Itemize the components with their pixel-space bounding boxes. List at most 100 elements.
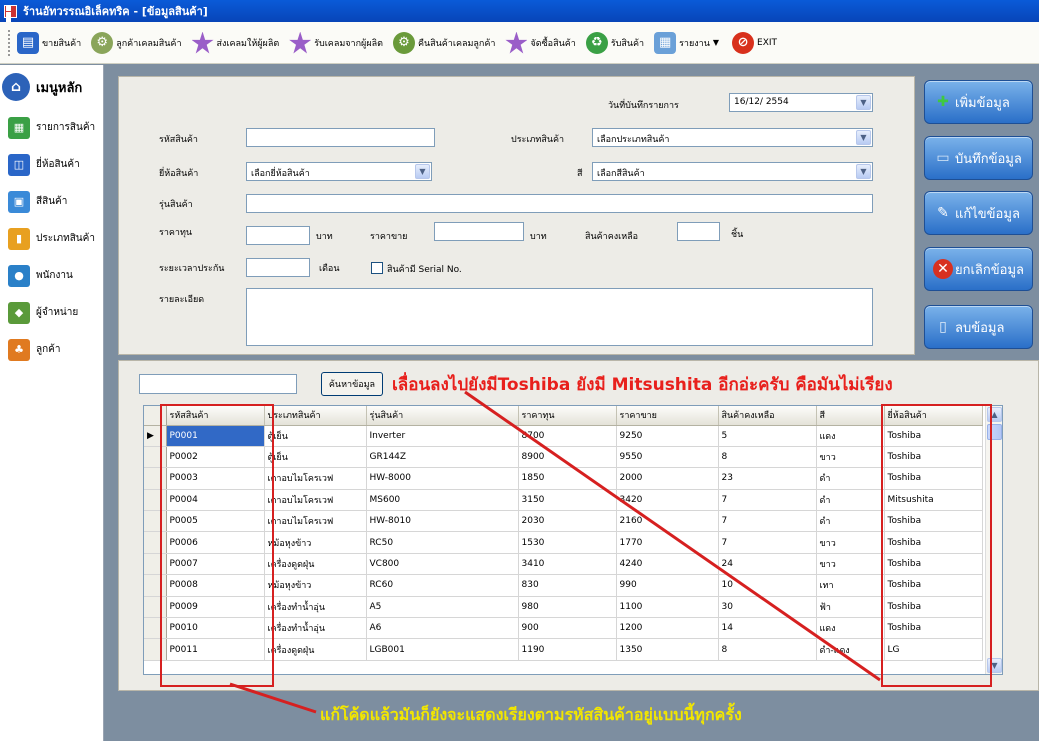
sidebar-home[interactable]: ⌂ เมนูหลัก — [0, 65, 103, 109]
table-cell[interactable]: เทา — [816, 574, 885, 597]
toolbar-customer-claim-button[interactable]: ⚙ ลูกค้าเคลมสินค้า — [91, 31, 182, 54]
column-header[interactable]: ราคาขาย — [616, 406, 719, 426]
table-cell[interactable]: 2030 — [518, 510, 617, 533]
table-cell[interactable]: 8900 — [518, 446, 617, 469]
edit-button[interactable]: ✎ แก้ไขข้อมูล — [924, 191, 1033, 235]
serial-checkbox[interactable] — [371, 262, 383, 274]
save-button[interactable]: ▭ บันทึกข้อมูล — [924, 136, 1033, 180]
table-cell[interactable]: 8 — [718, 446, 817, 469]
table-cell[interactable]: 830 — [518, 574, 617, 597]
table-cell[interactable]: ดำ — [816, 510, 885, 533]
toolbar-report-dropdown[interactable]: ▦ รายงาน ▼ — [654, 31, 722, 54]
model-input[interactable] — [246, 194, 873, 213]
delete-button[interactable]: ▯ ลบข้อมูล — [924, 305, 1033, 349]
table-cell[interactable]: 3420 — [616, 489, 719, 512]
toolbar-return-claim-button[interactable]: ⚙ คืนสินค้าเคลมลูกค้า — [392, 31, 495, 54]
table-cell[interactable]: เครื่องดูดฝุ่น — [264, 638, 367, 661]
chevron-down-icon[interactable]: ▼ — [856, 95, 871, 110]
toolbar-exit-button[interactable]: ⊘ EXIT — [732, 31, 777, 54]
table-cell[interactable]: หม้อหุงข้าว — [264, 531, 367, 554]
table-cell[interactable]: 7 — [718, 489, 817, 512]
chevron-down-icon[interactable]: ▼ — [856, 130, 871, 145]
table-cell[interactable]: 980 — [518, 596, 617, 619]
table-cell[interactable]: 8700 — [518, 425, 617, 447]
table-cell[interactable]: 24 — [718, 553, 817, 576]
table-cell[interactable]: 30 — [718, 596, 817, 619]
table-cell[interactable]: หม้อหุงข้าว — [264, 574, 367, 597]
table-cell[interactable]: ขาว — [816, 553, 885, 576]
table-cell[interactable]: 1200 — [616, 617, 719, 640]
table-cell[interactable]: ขาว — [816, 531, 885, 554]
table-cell[interactable]: ขาว — [816, 446, 885, 469]
table-cell[interactable]: HW-8010 — [366, 510, 519, 533]
column-header[interactable]: สี — [816, 406, 885, 426]
table-cell[interactable]: A5 — [366, 596, 519, 619]
table-cell[interactable]: 1350 — [616, 638, 719, 661]
sidebar-item-brands[interactable]: ◫ ยี่ห้อสินค้า — [0, 146, 103, 183]
table-cell[interactable]: 990 — [616, 574, 719, 597]
search-input[interactable] — [139, 374, 297, 394]
table-cell[interactable]: LGB001 — [366, 638, 519, 661]
cost-input[interactable] — [246, 226, 310, 245]
sidebar-item-suppliers[interactable]: ◆ ผู้จำหน่าย — [0, 294, 103, 331]
column-header[interactable]: สินค้าคงเหลือ — [718, 406, 817, 426]
table-cell[interactable]: 14 — [718, 617, 817, 640]
table-cell[interactable]: Inverter — [366, 425, 519, 447]
toolbar-sell-button[interactable]: ▤ ขายสินค้า — [17, 31, 81, 54]
table-cell[interactable]: เครื่องทำน้ำอุ่น — [264, 596, 367, 619]
toolbar-send-claim-button[interactable]: ส่งเคลมให้ผู้ผลิต — [191, 31, 279, 54]
table-cell[interactable]: เครื่องดูดฝุ่น — [264, 553, 367, 576]
product-code-input[interactable] — [246, 128, 435, 147]
table-cell[interactable]: VC800 — [366, 553, 519, 576]
table-cell[interactable]: 3410 — [518, 553, 617, 576]
table-cell[interactable]: 1850 — [518, 467, 617, 490]
table-cell[interactable]: A6 — [366, 617, 519, 640]
toolbar-receive-goods-button[interactable]: ♻ รับสินค้า — [585, 31, 644, 54]
add-button[interactable]: ✚ เพิ่มข้อมูล — [924, 80, 1033, 124]
sidebar-item-types[interactable]: ▮ ประเภทสินค้า — [0, 220, 103, 257]
chevron-down-icon[interactable]: ▼ — [856, 164, 871, 179]
table-cell[interactable]: 23 — [718, 467, 817, 490]
chevron-down-icon[interactable]: ▼ — [415, 164, 430, 179]
toolbar-purchase-button[interactable]: จัดซื้อสินค้า — [505, 31, 576, 54]
table-cell[interactable]: ดำ-แดง — [816, 638, 885, 661]
table-cell[interactable]: 4240 — [616, 553, 719, 576]
table-cell[interactable]: 7 — [718, 510, 817, 533]
sidebar-item-products[interactable]: ▦ รายการสินค้า — [0, 109, 103, 146]
sell-price-input[interactable] — [434, 222, 524, 241]
warranty-input[interactable] — [246, 258, 310, 277]
table-cell[interactable]: 5 — [718, 425, 817, 447]
table-cell[interactable]: 2160 — [616, 510, 719, 533]
sidebar-item-customers[interactable]: ♣ ลูกค้า — [0, 331, 103, 368]
detail-textarea[interactable] — [246, 288, 873, 346]
table-cell[interactable]: เตาอบไมโครเวฟ — [264, 467, 367, 490]
table-cell[interactable]: 1190 — [518, 638, 617, 661]
column-header[interactable]: รุ่นสินค้า — [366, 406, 519, 426]
cancel-button[interactable]: ✕ ยกเลิกข้อมูล — [924, 247, 1033, 291]
table-cell[interactable]: แดง — [816, 425, 885, 447]
table-cell[interactable]: GR144Z — [366, 446, 519, 469]
table-cell[interactable]: 9550 — [616, 446, 719, 469]
table-cell[interactable]: MS600 — [366, 489, 519, 512]
table-cell[interactable]: 1770 — [616, 531, 719, 554]
table-cell[interactable]: 1100 — [616, 596, 719, 619]
toolbar-receive-claim-button[interactable]: รับเคลมจากผู้ผลิต — [289, 31, 383, 54]
table-cell[interactable]: เตาอบไมโครเวฟ — [264, 510, 367, 533]
search-button[interactable]: ค้นหาข้อมูล — [321, 372, 383, 396]
table-cell[interactable]: 2000 — [616, 467, 719, 490]
table-cell[interactable]: RC50 — [366, 531, 519, 554]
record-date-picker[interactable]: 16/12/ 2554 ▼ — [729, 93, 873, 112]
table-cell[interactable]: 7 — [718, 531, 817, 554]
table-cell[interactable]: แดง — [816, 617, 885, 640]
product-type-select[interactable]: เลือกประเภทสินค้า ▼ — [592, 128, 873, 147]
column-header[interactable]: ราคาทุน — [518, 406, 617, 426]
table-cell[interactable]: HW-8000 — [366, 467, 519, 490]
color-select[interactable]: เลือกสีสินค้า ▼ — [592, 162, 873, 181]
column-header[interactable]: ประเภทสินค้า — [264, 406, 367, 426]
table-cell[interactable]: RC60 — [366, 574, 519, 597]
table-cell[interactable]: ดำ — [816, 489, 885, 512]
sidebar-item-employees[interactable]: ● พนักงาน — [0, 257, 103, 294]
table-cell[interactable]: 900 — [518, 617, 617, 640]
table-cell[interactable]: 10 — [718, 574, 817, 597]
table-cell[interactable]: 8 — [718, 638, 817, 661]
